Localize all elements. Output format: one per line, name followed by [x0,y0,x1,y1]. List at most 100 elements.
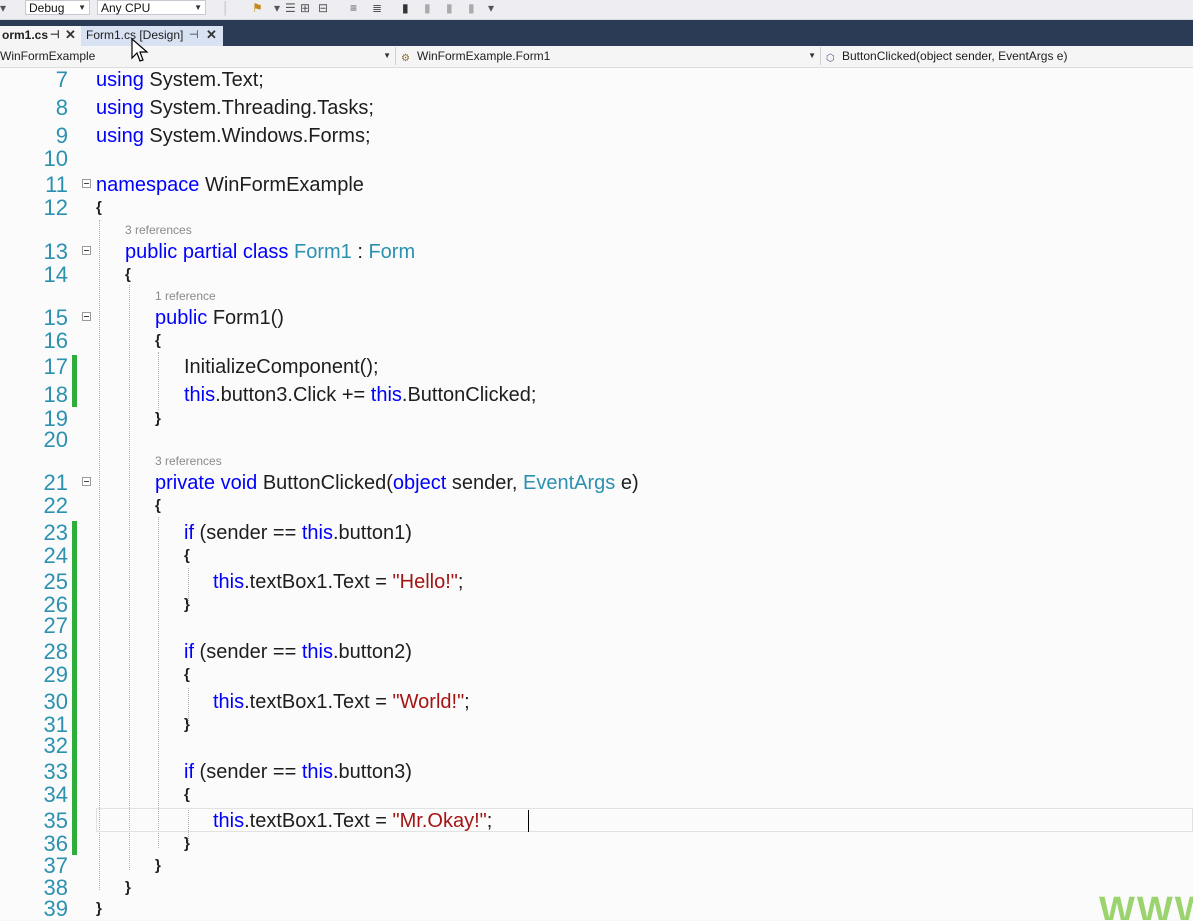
line-number: 7 [55,67,68,92]
code-text: namespace WinFormExample [96,173,364,197]
line-number: 14 [43,262,68,287]
collapse-icon[interactable] [82,179,91,188]
code-line[interactable]: 18 this.button3.Click += this.ButtonClick… [0,383,1193,407]
code-token: Form1() [207,307,284,329]
next-bookmark-icon[interactable]: ▮ [446,1,453,15]
clear-bookmark-icon[interactable]: ▮ [468,1,475,15]
keyword-token: public [155,307,208,329]
code-line[interactable]: 20 [0,428,1193,452]
codelens-references[interactable]: 1 reference [155,289,216,303]
code-token: WinFormExample [199,174,364,196]
line-number: 10 [43,146,68,171]
close-icon[interactable]: ✕ [65,25,76,44]
code-line[interactable]: 25 this.textBox1.Text = "Hello!"; [0,570,1193,594]
code-line[interactable]: 13 public partial class Form1 : Form [0,240,1193,264]
code-line[interactable]: 16 { [0,329,1193,353]
chevron-down-icon: ▼ [383,51,391,60]
project-dropdown[interactable]: WinFormExample ▼ [0,47,396,65]
code-token: (sender == [194,641,302,663]
code-text: InitializeComponent(); [184,356,379,378]
line-number: 34 [43,782,68,807]
code-line[interactable]: 39} [0,897,1193,921]
code-line[interactable]: 28 if (sender == this.button2) [0,640,1193,664]
collapse-icon[interactable] [82,477,91,486]
code-text: this.textBox1.Text = "World!"; [213,690,470,714]
pin-icon[interactable]: ⊣ [50,26,60,45]
pin-icon[interactable]: ⊣ [189,26,199,45]
code-line[interactable]: 7 using System.Text; [0,68,1193,92]
code-text: private void ButtonClicked(object sender… [155,471,639,495]
document-tab-bar: orm1.cs ⊣ ✕ Form1.cs [Design] ⊣ ✕ [0,20,1193,46]
collapse-icon[interactable] [82,246,91,255]
collapse-icon[interactable] [82,312,91,321]
line-number: 29 [43,662,68,687]
code-text: { [125,266,131,283]
line-number: 35 [43,808,68,833]
code-line[interactable]: 17 InitializeComponent(); [0,355,1193,379]
code-line[interactable]: 8 using System.Threading.Tasks; [0,96,1193,120]
code-token: System.Threading.Tasks; [143,97,374,119]
codelens-references[interactable]: 3 references [155,454,222,468]
code-line[interactable]: 24 { [0,544,1193,568]
code-line[interactable]: 9 using System.Windows.Forms; [0,124,1193,148]
code-text: { [155,332,161,349]
keyword-token: this [213,691,245,713]
code-line[interactable]: 27 [0,614,1193,638]
codelens-references[interactable]: 3 references [125,223,192,237]
platform-dropdown[interactable]: Any CPU ▼ [97,0,206,15]
keyword-token: using [96,97,144,119]
code-line[interactable]: 11 namespace WinFormExample [0,173,1193,197]
code-line[interactable]: 22 { [0,494,1193,518]
code-line[interactable]: 36} [0,832,1193,856]
code-line[interactable]: 30 this.textBox1.Text = "World!"; [0,690,1193,714]
uncomment-icon[interactable]: ≣ [372,1,382,15]
code-line[interactable]: 23 if (sender == this.button1) [0,521,1193,545]
overflow-icon[interactable]: ▾ [488,1,494,15]
chevron-down-icon: ▼ [808,51,816,60]
code-token: .button3.Click += [215,384,371,406]
code-text: if (sender == this.button1) [184,521,412,545]
text-caret [528,810,529,832]
line-number: 17 [43,354,68,379]
tab-form1-design[interactable]: Form1.cs [Design] ⊣ ✕ [81,26,223,46]
code-token: .textBox1.Text = [244,571,393,593]
code-line[interactable]: 32 [0,734,1193,758]
code-line[interactable]: 21 private void ButtonClicked(object send… [0,471,1193,495]
dropdown-arrow-icon[interactable]: ▾ [274,1,280,15]
code-line[interactable]: 33 if (sender == this.button3) [0,760,1193,784]
indent-guide [158,517,159,848]
code-editor[interactable]: 7 using System.Text; 8 using System.Threadi… [0,68,1193,921]
find-icon[interactable]: ⚑ [252,1,263,15]
configuration-dropdown[interactable]: Debug ▼ [25,0,90,15]
code-token: .button3) [332,761,412,783]
code-line[interactable]: 37} [0,854,1193,878]
keyword-token: namespace [96,174,200,196]
code-line[interactable]: 14 { [0,263,1193,287]
prev-bookmark-icon[interactable]: ▮ [424,1,431,15]
keyword-token: if [184,641,194,663]
code-line[interactable]: 15 public Form1() [0,306,1193,330]
indent-guide [129,285,130,870]
member-dropdown[interactable]: ⬡ ButtonClicked(object sender, EventArgs … [826,47,1193,65]
toolbar-arrow-icon[interactable]: ▾ [0,1,6,15]
keyword-token: this [301,522,333,544]
bookmark-icon[interactable]: ▮ [402,1,409,15]
format-icon[interactable]: ☰ [285,1,296,15]
code-text: this.button3.Click += this.ButtonClicked… [184,383,536,407]
code-line[interactable]: 34 { [0,783,1193,807]
indent-icon[interactable]: ⊞ [300,1,310,15]
close-icon[interactable]: ✕ [206,25,217,44]
tab-form1-cs[interactable]: orm1.cs ⊣ ✕ [0,26,81,46]
comment-icon[interactable]: ≡ [350,1,357,15]
code-line[interactable]: 12 { [0,196,1193,220]
type-dropdown[interactable]: ⚙ WinFormExample.Form1 ▼ [401,47,821,65]
type-token: Form [368,241,416,263]
code-line[interactable]: 10 [0,147,1193,171]
code-text: this.textBox1.Text = "Hello!"; [213,570,463,594]
outdent-icon[interactable]: ⊟ [318,1,328,15]
code-line[interactable]: 29 { [0,663,1193,687]
code-text: { [184,666,190,683]
line-number: 27 [43,613,68,638]
change-marker [72,355,77,407]
keyword-token: if [184,761,194,783]
